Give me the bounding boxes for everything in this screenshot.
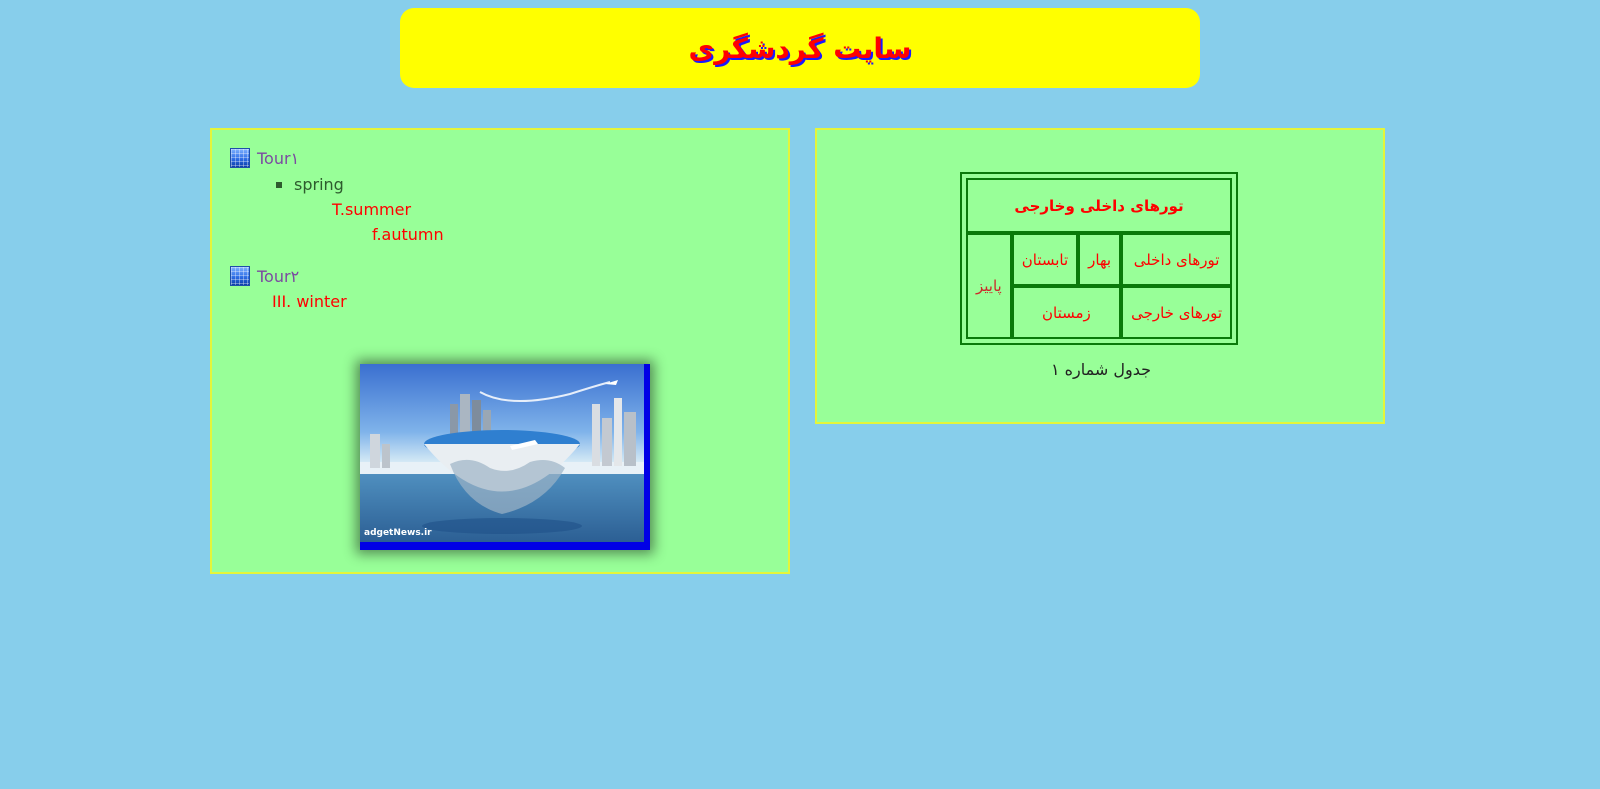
tour-2-item: Tour٢ <box>230 266 299 286</box>
spring-label: spring <box>294 175 344 194</box>
tour-bullet-icon <box>230 148 250 168</box>
summer-list-item: T.summer <box>332 200 412 219</box>
table-row: تورهای داخلی وخارجی <box>966 178 1233 233</box>
autumn-cell: پاییز <box>966 233 1012 339</box>
tour-1-item: Tour١ <box>230 148 299 168</box>
tours-list-panel: Tour١ spring T.summer f.autumn Tour٢ III… <box>210 128 790 574</box>
autumn-list-item: f.autumn <box>372 225 444 244</box>
tours-table-panel: تورهای داخلی وخارجی تورهای داخلی بهار تا… <box>815 128 1385 424</box>
site-title: سایت گردشگری <box>688 31 912 65</box>
spring-cell: بهار <box>1078 233 1122 286</box>
image-watermark: adgetNews.ir <box>364 528 432 538</box>
spring-list-item: spring <box>276 175 344 194</box>
domestic-tours-cell: تورهای داخلی <box>1121 233 1233 286</box>
table-heading-cell: تورهای داخلی وخارجی <box>966 178 1233 233</box>
globe-illustration <box>360 380 644 534</box>
tours-table: تورهای داخلی وخارجی تورهای داخلی بهار تا… <box>960 172 1239 345</box>
winter-cell: زمستان <box>1011 286 1122 339</box>
tour-bullet-icon <box>230 266 250 286</box>
table-row: تورهای داخلی بهار تابستان پاییز <box>966 233 1233 339</box>
site-header: سایت گردشگری <box>400 8 1200 88</box>
tour-2-label: Tour٢ <box>257 266 300 286</box>
travel-globe-image: adgetNews.ir <box>360 364 650 550</box>
square-bullet-icon <box>276 181 282 188</box>
foreign-tours-cell: تورهای خارجی <box>1121 286 1233 339</box>
table-caption: جدول شماره ۱ <box>1050 360 1152 379</box>
travel-globe-image-content: adgetNews.ir <box>360 364 644 542</box>
winter-list-item: III. winter <box>272 292 347 311</box>
summer-cell: تابستان <box>1011 233 1079 286</box>
tour-1-label: Tour١ <box>257 148 300 168</box>
